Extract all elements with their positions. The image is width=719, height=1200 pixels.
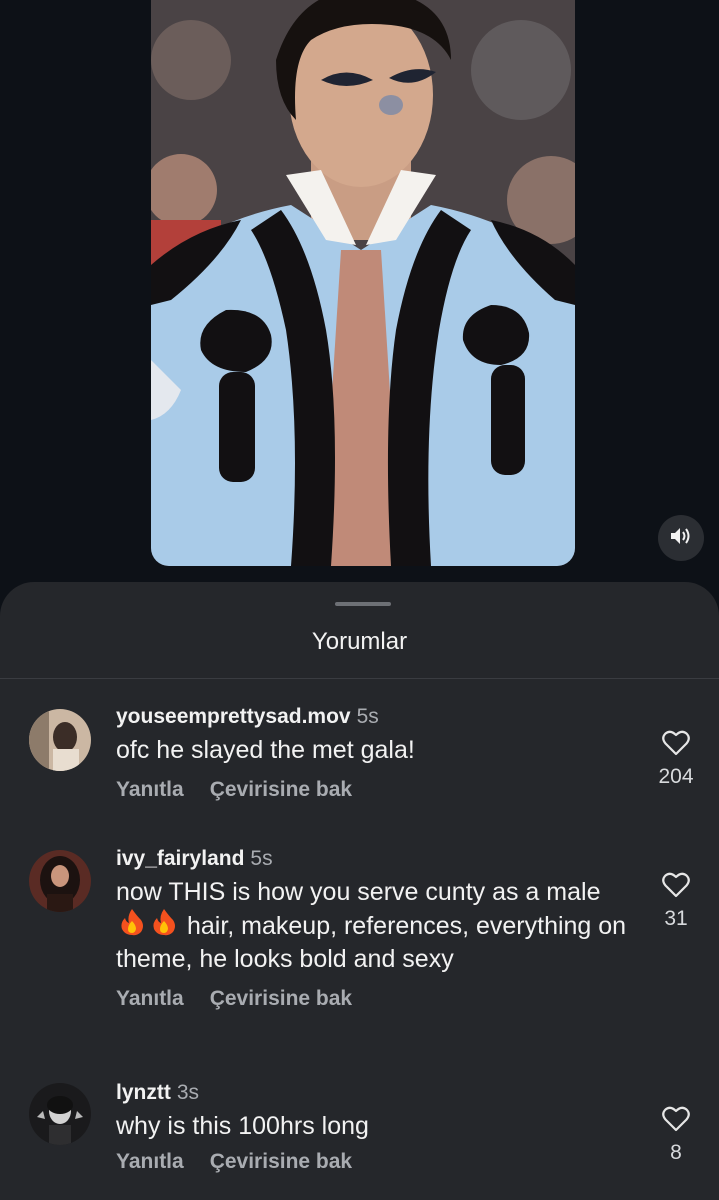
see-translation-button[interactable]: Çevirisine bak <box>210 987 352 1011</box>
like-button[interactable]: 31 <box>646 872 706 931</box>
comment-username[interactable]: youseemprettysad.mov <box>116 705 351 728</box>
comments-title: Yorumlar <box>311 628 408 655</box>
like-button[interactable]: 8 <box>646 1106 706 1165</box>
comment-username[interactable]: ivy_fairyland <box>116 847 244 870</box>
like-count: 8 <box>670 1141 682 1164</box>
avatar[interactable] <box>29 1083 91 1145</box>
heart-icon <box>662 1106 690 1136</box>
see-translation-button[interactable]: Çevirisine bak <box>210 1150 352 1174</box>
like-count: 31 <box>664 907 688 930</box>
see-translation-button[interactable]: Çevirisine bak <box>210 778 352 802</box>
comment-text: now THIS is how you serve cunty as a mal… <box>116 877 636 975</box>
heart-icon <box>662 872 690 902</box>
like-button[interactable]: 204 <box>646 730 706 789</box>
drag-handle[interactable] <box>335 602 391 606</box>
comment-time: 5s <box>356 705 379 728</box>
comment-text-part: hair, makeup, references, everything on … <box>116 912 627 973</box>
divider <box>0 678 719 679</box>
like-count: 204 <box>658 765 694 788</box>
fire-icon <box>151 908 177 944</box>
avatar[interactable] <box>29 850 91 912</box>
comment-text-part: now THIS is how you serve cunty as a mal… <box>116 878 601 906</box>
speaker-icon <box>670 526 692 551</box>
reply-button[interactable]: Yanıtla <box>116 987 184 1011</box>
video-still-image <box>151 0 575 566</box>
video-frame[interactable] <box>151 0 575 566</box>
reply-button[interactable]: Yanıtla <box>116 778 184 802</box>
comment-time: 5s <box>250 847 273 870</box>
comments-sheet: Yorumlar youseemprettysad.mov 5s ofc he s… <box>0 582 719 1200</box>
comment-username[interactable]: lynztt <box>116 1081 171 1104</box>
reply-button[interactable]: Yanıtla <box>116 1150 184 1174</box>
video-area[interactable] <box>0 0 719 590</box>
comment-text: why is this 100hrs long <box>116 1112 369 1140</box>
sound-toggle-button[interactable] <box>658 515 704 561</box>
fire-icon <box>119 908 145 944</box>
heart-icon <box>662 730 690 760</box>
comment-time: 3s <box>176 1081 200 1104</box>
comment-text: ofc he slayed the met gala! <box>116 736 415 764</box>
avatar[interactable] <box>29 709 91 771</box>
